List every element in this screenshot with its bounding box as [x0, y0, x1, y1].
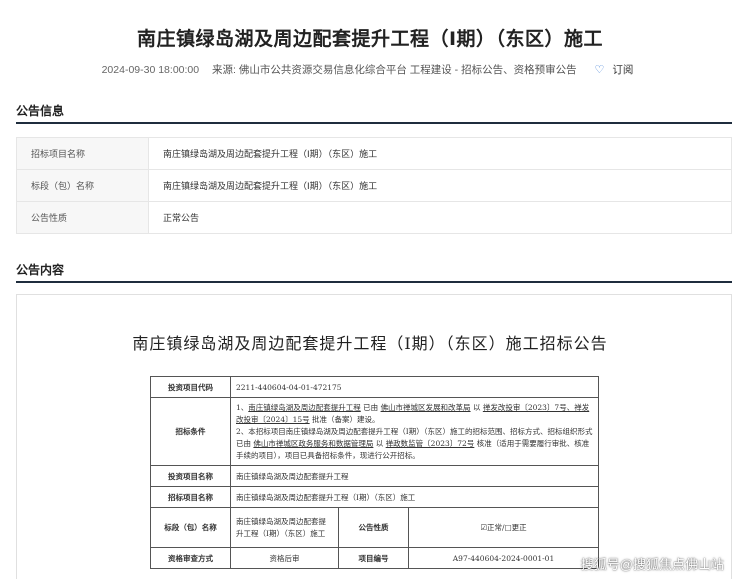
table-row: 标段（包）名称 南庄镇绿岛湖及周边配套提升工程（Ⅰ期）（东区）施工: [16, 169, 732, 202]
subscribe-label: 订阅: [612, 64, 634, 76]
cell-value: 2211-440604-04-01-472175: [230, 376, 599, 398]
cell-value: 南庄镇绿岛湖及周边配套提升工程: [230, 465, 599, 487]
cond-text: 1、: [236, 402, 249, 412]
table-row: 投资项目代码 2211-440604-04-01-472175: [150, 376, 599, 398]
section-header-info: 公告信息: [16, 102, 732, 124]
page-title: 南庄镇绿岛湖及周边配套提升工程（Ⅰ期）（东区）施工: [136, 29, 604, 50]
info-label: 招标项目名称: [16, 137, 149, 170]
cell-label: 招标项目名称: [150, 486, 231, 508]
cell-value: ☑正常/□更正: [408, 507, 599, 548]
cell-label: 项目编号: [338, 547, 409, 569]
cell-value: 南庄镇绿岛湖及周边配套提升工程（Ⅰ期）（东区）施工: [230, 486, 599, 508]
subscribe-button[interactable]: ♡ 订阅: [590, 64, 639, 76]
cell-value: A97-440604-2024-0001-01: [408, 547, 599, 569]
cond-text: 以: [470, 402, 483, 412]
section-title-content: 公告内容: [16, 263, 65, 277]
cond-text: 南庄镇绿岛湖及周边配套提升工程: [248, 402, 361, 412]
info-value: 正常公告: [148, 201, 732, 234]
table-row: 招标项目名称 南庄镇绿岛湖及周边配套提升工程（Ⅰ期）（东区）施工: [150, 486, 599, 508]
table-row: 投资项目名称 南庄镇绿岛湖及周边配套提升工程: [150, 465, 599, 487]
table-row: 招标条件 1、南庄镇绿岛湖及周边配套提升工程 已由 佛山市禅城区发展和改革局 以…: [150, 397, 599, 466]
watermark: 搜狐号@搜狐焦点佛山站: [580, 557, 724, 572]
info-table: 招标项目名称 南庄镇绿岛湖及周边配套提升工程（Ⅰ期）（东区）施工 标段（包）名称…: [16, 137, 732, 234]
source-link[interactable]: 来源: 佛山市公共资源交易信息化综合平台 工程建设 - 招标公告、资格预审公告: [212, 64, 577, 76]
cell-label: 公告性质: [338, 507, 409, 548]
table-row: 招标项目名称 南庄镇绿岛湖及周边配套提升工程（Ⅰ期）（东区）施工: [16, 137, 732, 170]
info-value: 南庄镇绿岛湖及周边配套提升工程（Ⅰ期）（东区）施工: [148, 137, 732, 170]
publish-date: 2024-09-30 18:00:00: [101, 64, 200, 76]
cond-text: 已由: [360, 402, 381, 412]
cell-value: 资格后审: [230, 547, 339, 569]
condition-2: 2、本招标项目南庄镇绿岛湖及周边配套提升工程（Ⅰ期）（东区）施工的招标范围、招标…: [236, 426, 593, 462]
document-title: 南庄镇绿岛湖及周边配套提升工程（Ⅰ期）（东区）施工招标公告: [132, 334, 608, 353]
conditions-cell: 1、南庄镇绿岛湖及周边配套提升工程 已由 佛山市禅城区发展和改革局 以 禅发改投…: [230, 397, 599, 466]
cond-text: 佛山市禅城区政务服务和数据管理局: [253, 438, 374, 448]
cell-label: 投资项目代码: [150, 376, 231, 398]
cond-text: 佛山市禅城区发展和改革局: [380, 402, 471, 412]
condition-1: 1、南庄镇绿岛湖及周边配套提升工程 已由 佛山市禅城区发展和改革局 以 禅发改投…: [236, 402, 593, 426]
cond-text: 以: [373, 438, 386, 448]
cell-label: 招标条件: [150, 397, 231, 466]
section-title-info: 公告信息: [16, 104, 65, 118]
cond-text: 批准（备案）建设。: [309, 414, 380, 424]
meta-row: 2024-09-30 18:00:00 来源: 佛山市公共资源交易信息化综合平台…: [0, 62, 740, 77]
section-header-content: 公告内容: [16, 261, 732, 283]
cell-value: 南庄镇绿岛湖及周边配套提升工程（Ⅰ期）（东区）施工: [230, 507, 339, 548]
section-divider: [16, 281, 732, 283]
table-row: 资格审查方式 资格后审 项目编号 A97-440604-2024-0001-01: [150, 547, 599, 569]
cell-label: 投资项目名称: [150, 465, 231, 487]
bid-table: 投资项目代码 2211-440604-04-01-472175 招标条件 1、南…: [150, 376, 599, 569]
table-row: 公告性质 正常公告: [16, 201, 732, 234]
cond-text: 禅政数监管〔2023〕72号: [385, 438, 475, 448]
info-label: 公告性质: [16, 201, 149, 234]
cell-label: 标段（包）名称: [150, 507, 231, 548]
cell-label: 资格审查方式: [150, 547, 231, 569]
info-value: 南庄镇绿岛湖及周边配套提升工程（Ⅰ期）（东区）施工: [148, 169, 732, 202]
heart-icon: ♡: [594, 64, 605, 76]
info-label: 标段（包）名称: [16, 169, 149, 202]
table-row: 标段（包）名称 南庄镇绿岛湖及周边配套提升工程（Ⅰ期）（东区）施工 公告性质 ☑…: [150, 507, 599, 548]
section-divider: [16, 122, 732, 124]
